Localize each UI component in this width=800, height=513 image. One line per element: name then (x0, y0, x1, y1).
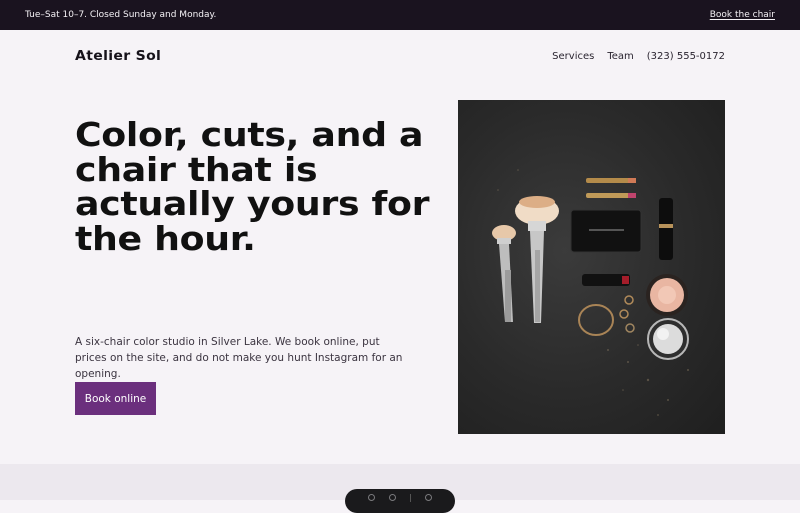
hero-photo (458, 100, 725, 434)
lip-pencils (586, 178, 636, 198)
brand-logo[interactable]: Atelier Sol (75, 49, 161, 64)
book-the-chair-link[interactable]: Book the chair (710, 10, 775, 20)
menu-icon[interactable] (410, 494, 411, 502)
site-header: Atelier Sol Services Team (323) 555-0172 (75, 44, 725, 68)
makeup-flatlay-image (492, 169, 689, 416)
announcement-bar: Tue–Sat 10–7. Closed Sunday and Monday. … (0, 0, 800, 30)
large-brush (515, 196, 559, 323)
black-compact (570, 209, 642, 253)
lipstick-tube (659, 198, 673, 260)
floating-toolbar[interactable] (345, 489, 455, 513)
nav-phone-link[interactable]: (323) 555-0172 (647, 51, 725, 62)
red-lipstick (582, 274, 630, 286)
main-nav: Services Team (323) 555-0172 (552, 51, 725, 62)
small-brush (492, 225, 516, 322)
bangle (578, 304, 614, 336)
nav-team-link[interactable]: Team (607, 51, 633, 62)
hours-text: Tue–Sat 10–7. Closed Sunday and Monday. (25, 10, 217, 20)
hero-headline: Color, cuts, and a chair that is actuall… (75, 115, 430, 258)
powder-compact (646, 274, 688, 316)
small-ring (624, 295, 634, 305)
mirror-compact (647, 318, 689, 360)
book-online-button[interactable]: Book online (75, 382, 156, 415)
hero-description: A six-chair color studio in Silver Lake.… (75, 336, 403, 380)
nav-services-link[interactable]: Services (552, 51, 594, 62)
